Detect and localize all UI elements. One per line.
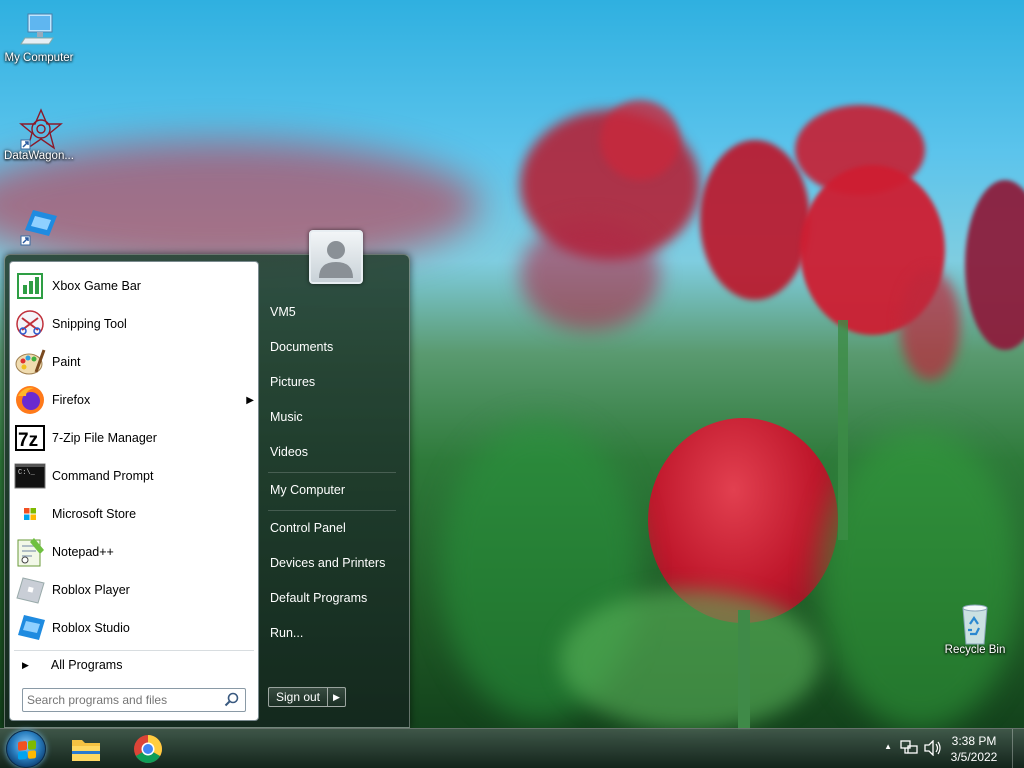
desktop-icon-label: My Computer bbox=[4, 52, 74, 64]
firefox-icon bbox=[14, 384, 46, 416]
right-item-vm5[interactable]: VM5 bbox=[268, 297, 398, 327]
taskbar-file-explorer[interactable] bbox=[60, 732, 112, 766]
microsoft-store-icon bbox=[14, 498, 46, 530]
right-item-label: My Computer bbox=[270, 483, 346, 497]
program-7zip[interactable]: 7z 7-Zip File Manager bbox=[14, 420, 254, 456]
right-item-label: VM5 bbox=[270, 305, 296, 319]
program-label: Microsoft Store bbox=[52, 507, 137, 521]
program-label: Command Prompt bbox=[52, 469, 154, 483]
program-xbox-game-bar[interactable]: Xbox Game Bar bbox=[14, 268, 254, 304]
7zip-icon: 7z bbox=[14, 422, 46, 454]
program-label: Paint bbox=[52, 355, 81, 369]
svg-text:7z: 7z bbox=[18, 430, 38, 451]
program-label: Snipping Tool bbox=[52, 317, 127, 331]
taskbar-chrome[interactable] bbox=[122, 732, 174, 766]
right-item-label: Pictures bbox=[270, 375, 316, 389]
right-item-music[interactable]: Music bbox=[268, 402, 398, 432]
chrome-icon bbox=[134, 735, 162, 763]
right-separator bbox=[268, 510, 396, 511]
sign-out-button[interactable]: Sign out bbox=[268, 687, 328, 707]
show-hidden-icons-button[interactable]: ▲ bbox=[884, 742, 892, 751]
right-item-label: Devices and Printers bbox=[270, 556, 386, 570]
right-item-my-computer[interactable]: My Computer bbox=[268, 475, 398, 505]
roblox-player-icon bbox=[14, 574, 46, 606]
program-label: 7-Zip File Manager bbox=[52, 431, 157, 445]
clock-time: 3:38 PM bbox=[951, 734, 997, 748]
start-button[interactable] bbox=[6, 730, 46, 768]
desktop-icon-my-computer[interactable]: My Computer bbox=[0, 10, 78, 64]
program-label: Notepad++ bbox=[52, 545, 114, 559]
start-menu-programs-panel: Xbox Game Bar Snipping Tool Paint Firefo… bbox=[9, 261, 259, 721]
program-label: Roblox Player bbox=[52, 583, 130, 597]
taskbar: ▲ 3:38 PM 3/5/2022 bbox=[0, 728, 1024, 768]
search-box[interactable] bbox=[22, 688, 246, 712]
file-explorer-icon bbox=[72, 740, 100, 761]
program-paint[interactable]: Paint bbox=[14, 344, 254, 380]
all-programs-arrow-icon: ▶ bbox=[22, 659, 29, 670]
search-icon[interactable] bbox=[224, 692, 240, 711]
user-avatar-icon bbox=[319, 241, 353, 278]
command-prompt-icon: C:\_ bbox=[14, 460, 46, 492]
program-roblox-player[interactable]: Roblox Player bbox=[14, 572, 254, 608]
roblox-studio-shortcut-icon bbox=[19, 206, 59, 246]
notepadpp-icon bbox=[14, 536, 46, 568]
right-item-label: Default Programs bbox=[270, 591, 368, 605]
right-item-default-programs[interactable]: Default Programs bbox=[268, 583, 398, 613]
program-firefox[interactable]: Firefox ▶ bbox=[14, 382, 254, 418]
program-microsoft-store[interactable]: Microsoft Store bbox=[14, 496, 254, 532]
program-roblox-studio[interactable]: Roblox Studio bbox=[14, 610, 254, 646]
right-item-run[interactable]: Run... bbox=[268, 618, 398, 648]
desktop-icon-roblox-studio[interactable] bbox=[0, 206, 78, 248]
right-item-pictures[interactable]: Pictures bbox=[268, 367, 398, 397]
program-label: Firefox bbox=[52, 393, 91, 407]
all-programs-label: All Programs bbox=[50, 658, 123, 672]
all-programs-button[interactable]: ▶ All Programs bbox=[16, 654, 254, 676]
programs-separator bbox=[14, 650, 254, 651]
program-snipping-tool[interactable]: Snipping Tool bbox=[14, 306, 254, 342]
show-desktop-button[interactable] bbox=[1012, 729, 1024, 768]
network-icon[interactable] bbox=[900, 740, 918, 759]
program-label: Xbox Game Bar bbox=[52, 279, 141, 293]
sign-out-group: Sign out ▶ bbox=[268, 687, 346, 707]
desktop-icon-recycle-bin[interactable]: Recycle Bin bbox=[936, 602, 1014, 656]
volume-icon[interactable] bbox=[924, 739, 942, 759]
right-item-label: Run... bbox=[270, 626, 304, 640]
right-item-label: Videos bbox=[270, 445, 308, 459]
clock[interactable]: 3:38 PM 3/5/2022 bbox=[948, 733, 1000, 765]
clock-date: 3/5/2022 bbox=[950, 750, 998, 764]
shutdown-options-button[interactable]: ▶ bbox=[328, 687, 346, 707]
program-label: Roblox Studio bbox=[52, 621, 130, 635]
xbox-game-bar-icon bbox=[14, 270, 46, 302]
roblox-studio-icon bbox=[14, 612, 46, 644]
right-item-documents[interactable]: Documents bbox=[268, 332, 398, 362]
right-item-control-panel[interactable]: Control Panel bbox=[268, 513, 398, 543]
user-picture[interactable] bbox=[309, 230, 363, 284]
right-item-label: Documents bbox=[270, 340, 334, 354]
right-item-videos[interactable]: Videos bbox=[268, 437, 398, 467]
program-command-prompt[interactable]: C:\_ Command Prompt bbox=[14, 458, 254, 494]
right-item-label: Music bbox=[270, 410, 303, 424]
recycle-bin-icon bbox=[955, 602, 995, 645]
monitor-icon bbox=[19, 10, 59, 50]
snipping-tool-icon bbox=[14, 308, 46, 340]
right-item-label: Control Panel bbox=[270, 521, 346, 535]
paint-icon bbox=[14, 346, 46, 378]
windows-logo-icon bbox=[18, 740, 36, 760]
search-input[interactable] bbox=[23, 689, 213, 711]
desktop-icon-datawagon[interactable]: DataWagon... bbox=[0, 108, 78, 162]
datawagon-icon bbox=[19, 108, 63, 150]
program-notepadpp[interactable]: Notepad++ bbox=[14, 534, 254, 570]
submenu-arrow-icon: ▶ bbox=[246, 394, 254, 406]
right-item-devices-and-printers[interactable]: Devices and Printers bbox=[268, 548, 398, 578]
right-separator bbox=[268, 472, 396, 473]
svg-text:C:\_: C:\_ bbox=[18, 469, 36, 477]
